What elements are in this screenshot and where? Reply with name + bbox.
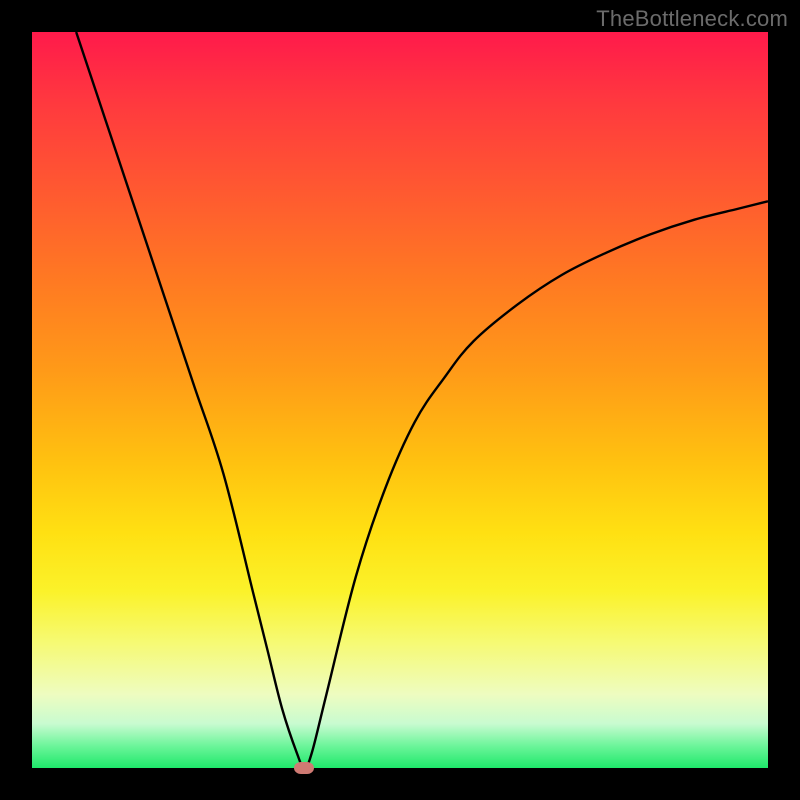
watermark-text: TheBottleneck.com bbox=[596, 6, 788, 32]
plot-area bbox=[32, 32, 768, 768]
chart-frame: TheBottleneck.com bbox=[0, 0, 800, 800]
minimum-marker bbox=[294, 762, 314, 774]
